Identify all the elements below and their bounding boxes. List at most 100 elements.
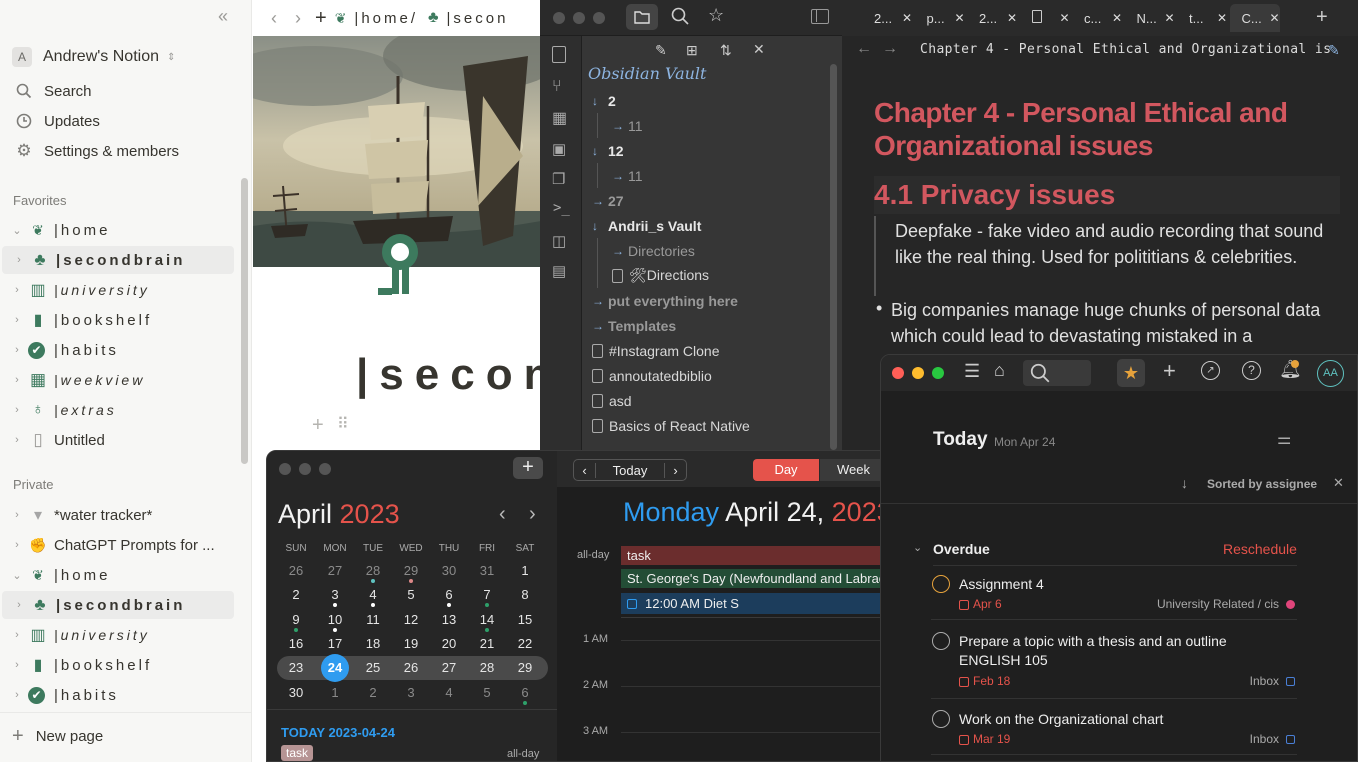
chevron-right-icon[interactable]: › [10, 539, 24, 551]
calendar-day[interactable]: 4 [430, 685, 468, 700]
breadcrumb-home[interactable]: |home/ [354, 10, 418, 27]
folder-item[interactable]: → put everything here [588, 288, 836, 313]
view-day-button[interactable]: Day [753, 459, 819, 481]
zoom-dot[interactable] [593, 12, 605, 24]
next-day-icon[interactable]: › [664, 462, 686, 478]
sidebar-item[interactable]: › ✊ ChatGPT Prompts for ... [0, 531, 240, 559]
search-icon[interactable] [670, 6, 690, 26]
page-title[interactable]: |secon [356, 350, 561, 400]
calendar-day[interactable]: 1 [506, 563, 544, 578]
add-event-plus-icon[interactable]: + [513, 457, 543, 479]
calendar-day[interactable]: 30 [277, 685, 315, 700]
back-arrow-icon[interactable]: ‹ [271, 8, 277, 29]
calendar-day[interactable]: 26 [392, 660, 430, 675]
chevron-right-icon[interactable]: › [12, 599, 26, 611]
terminal-icon[interactable]: >_ [553, 200, 570, 216]
chevron-down-icon[interactable]: ⌄ [10, 569, 24, 582]
page-icon[interactable] [378, 232, 422, 296]
grid-icon[interactable]: ▦ [552, 108, 567, 128]
chevron-right-icon[interactable]: → [592, 194, 608, 208]
minimize-dot[interactable] [299, 463, 311, 475]
calendar-day[interactable]: 20 [430, 636, 468, 651]
calendar-day[interactable]: 31 [468, 563, 506, 578]
calendar-day[interactable]: 4 [354, 587, 392, 602]
calendar-day[interactable]: 13 [430, 612, 468, 627]
allday-event-task[interactable]: task [621, 546, 885, 565]
chevron-down-icon[interactable]: ↓ [592, 94, 608, 108]
calendar-day[interactable]: 28 [468, 660, 506, 675]
calendar-day[interactable]: 6 [506, 685, 544, 700]
close-tab-icon[interactable]: ✕ [1007, 11, 1017, 25]
close-tab-icon[interactable]: ✕ [1059, 11, 1069, 25]
folder-item[interactable]: ↓ 2 [588, 88, 836, 113]
folder-item[interactable]: → 11 [588, 113, 836, 138]
productivity-icon[interactable]: ↗ [1201, 361, 1220, 380]
folder-item[interactable]: → Templates [588, 313, 836, 338]
new-plus-icon[interactable]: + [315, 7, 327, 30]
next-month-icon[interactable]: › [529, 503, 536, 526]
collapse-sidebar-icon[interactable]: « [218, 6, 228, 27]
sidebar-item[interactable]: › ♣ |secondbrain [2, 591, 234, 619]
calendar-day[interactable]: 27 [316, 563, 354, 578]
calendar-day[interactable]: 3 [392, 685, 430, 700]
chevron-right-icon[interactable]: → [592, 294, 608, 308]
prev-month-icon[interactable]: ‹ [499, 503, 506, 526]
nav-back-icon[interactable]: ← [856, 40, 872, 58]
timed-event[interactable]: 12:00 AM Diet S [621, 593, 885, 614]
calendar-day[interactable]: 22 [506, 636, 544, 651]
chevron-right-icon[interactable]: → [612, 119, 628, 133]
task-checkbox[interactable] [932, 632, 950, 650]
task-project[interactable]: Inbox [1250, 674, 1279, 688]
sort-icon[interactable]: ⇅ [720, 42, 732, 59]
chevron-right-icon[interactable]: › [10, 629, 24, 641]
graph-icon[interactable]: ⑂ [552, 78, 562, 96]
sidebar-item[interactable]: › ▥ |university [0, 276, 240, 304]
folder-item[interactable]: → 27 [588, 188, 836, 213]
calendar-day[interactable]: 3 [316, 587, 354, 602]
sidebar-settings[interactable]: ⚙ Settings & members [14, 137, 251, 165]
chevron-right-icon[interactable]: › [10, 314, 24, 326]
chevron-right-icon[interactable]: › [10, 509, 24, 521]
close-tab-icon[interactable]: ✕ [1112, 11, 1122, 25]
calendar-day[interactable]: 2 [354, 685, 392, 700]
folder-item[interactable]: → Directories [588, 238, 836, 263]
calendar-day[interactable]: 25 [354, 660, 392, 675]
chevron-right-icon[interactable]: → [612, 169, 628, 183]
task-item[interactable]: Assignment 4 Apr 6 University Related / ci… [931, 573, 1297, 627]
close-tab-icon[interactable]: ✕ [902, 11, 912, 25]
calendar-day[interactable]: 28 [354, 563, 392, 578]
calendar-day[interactable]: 30 [430, 563, 468, 578]
avatar[interactable]: AA [1317, 360, 1344, 387]
table-icon[interactable]: ▤ [552, 262, 566, 280]
folder-item[interactable]: ↓ Andrii_s Vault [588, 213, 836, 238]
task-item[interactable]: Work on the Organizational chart Mar 19 In… [931, 708, 1297, 761]
folder-item[interactable]: → 11 [588, 163, 836, 188]
sidebar-updates[interactable]: Updates [14, 107, 251, 135]
task-due-date[interactable]: Mar 19 [973, 732, 1010, 746]
task-checkbox[interactable] [932, 575, 950, 593]
sidebar-scrollbar[interactable] [241, 178, 248, 464]
edit-icon[interactable]: ✎ [1328, 42, 1340, 59]
calendar-day[interactable]: 2 [277, 587, 315, 602]
new-folder-icon[interactable]: ⊞ [686, 42, 698, 59]
chevron-down-icon[interactable]: ↓ [592, 144, 608, 158]
calendar-day[interactable]: 14 [468, 612, 506, 627]
tab[interactable]: ✕ [1020, 4, 1070, 32]
prev-day-icon[interactable]: ‹ [574, 462, 596, 478]
tab[interactable]: 2... ✕ [967, 4, 1017, 32]
add-block-plus-icon[interactable]: + [312, 414, 324, 437]
calendar-day[interactable]: 12 [392, 612, 430, 627]
calendar-day-today[interactable]: 24 [321, 654, 349, 683]
chevron-down-icon[interactable]: ⌄ [913, 541, 922, 554]
sidebar-item[interactable]: › ✔ |habits [0, 336, 240, 364]
chevron-down-icon[interactable]: ↓ [592, 219, 608, 233]
tab[interactable]: c... ✕ [1072, 4, 1122, 32]
close-dot[interactable] [553, 12, 565, 24]
search-field[interactable] [1023, 360, 1091, 386]
add-task-plus-icon[interactable]: + [1163, 358, 1176, 384]
chevron-right-icon[interactable]: › [10, 344, 24, 356]
drag-handle-icon[interactable]: ⠿ [337, 414, 349, 434]
calendar-day[interactable]: 29 [506, 660, 544, 675]
tab[interactable]: p... ✕ [915, 4, 965, 32]
star-icon[interactable]: ☆ [708, 5, 724, 26]
